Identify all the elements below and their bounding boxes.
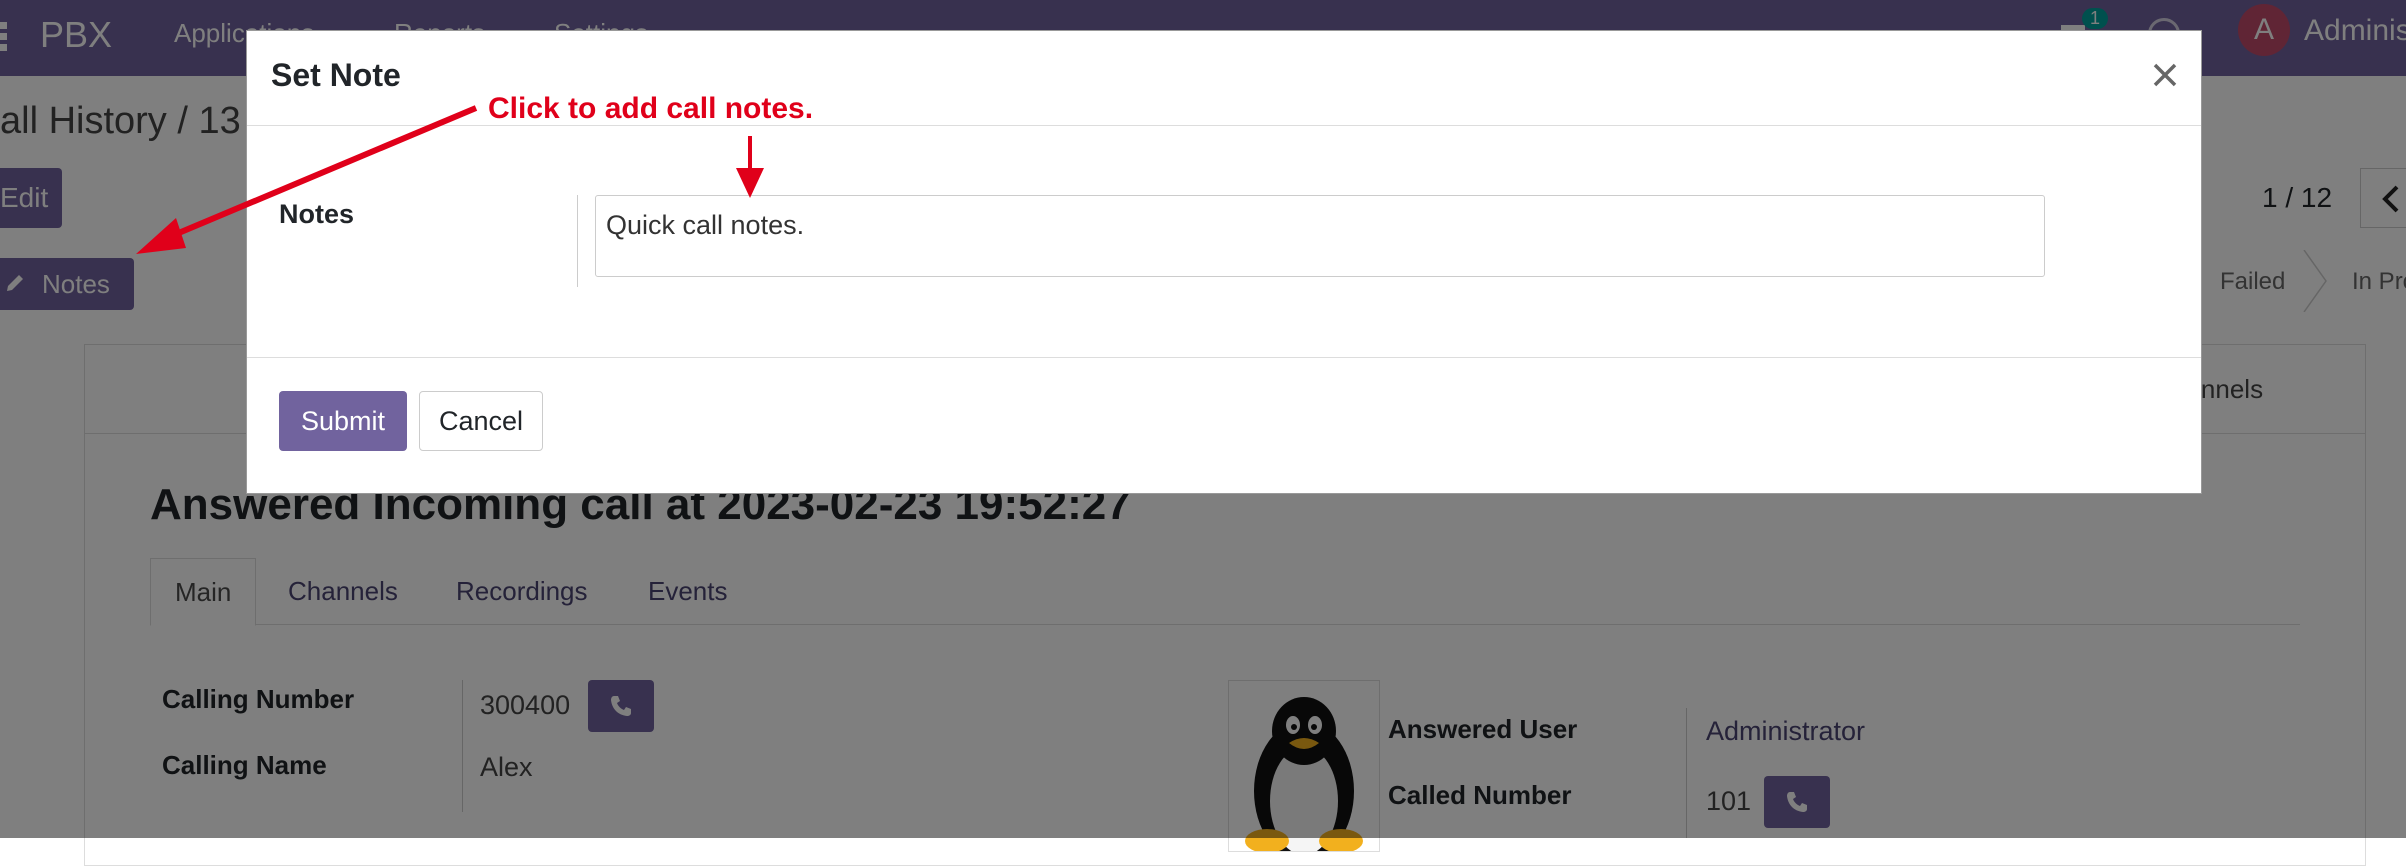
annotation-text: Click to add call notes. [488, 92, 814, 125]
dialog-footer-divider [247, 357, 2201, 358]
cancel-button[interactable]: Cancel [419, 391, 543, 451]
close-icon[interactable] [2147, 57, 2183, 93]
submit-button[interactable]: Submit [279, 391, 407, 451]
dialog-title: Set Note [271, 57, 401, 93]
notes-field-label: Notes [279, 199, 355, 229]
field-divider [577, 195, 578, 287]
notes-input[interactable]: Quick call notes. [595, 195, 2045, 277]
